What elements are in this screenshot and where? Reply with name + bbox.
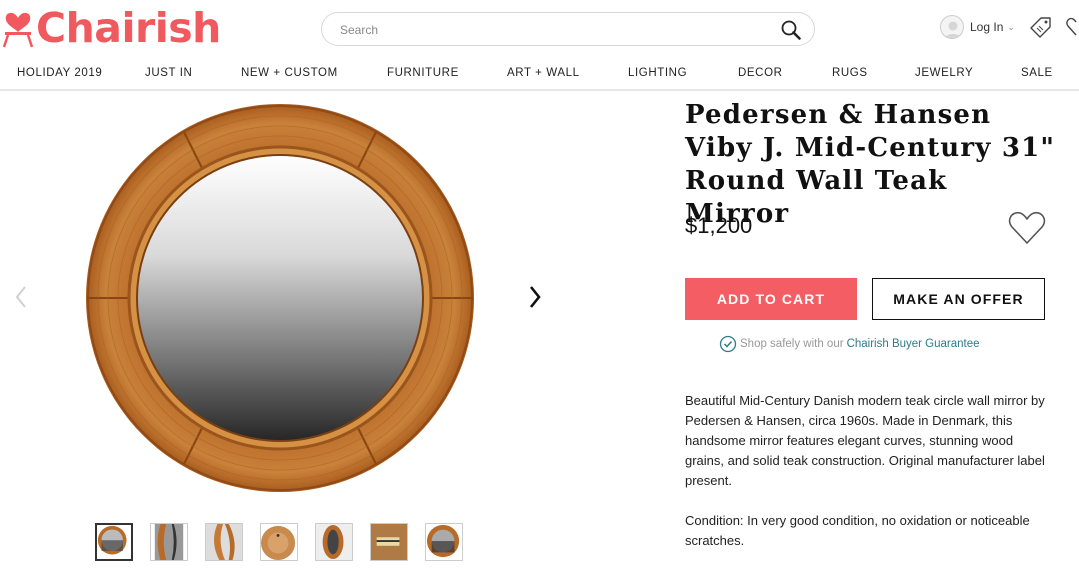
login-label: Log In: [970, 20, 1004, 34]
chevron-down-icon: ⌄: [1007, 21, 1015, 32]
nav-item-new-custom[interactable]: NEW + CUSTOM: [241, 67, 338, 79]
thumbnail-4[interactable]: [260, 523, 298, 561]
login-menu[interactable]: Log In ⌄: [940, 15, 1015, 39]
shield-check-icon: [719, 335, 737, 353]
guarantee-text: Shop safely with our: [740, 338, 844, 350]
chevron-right-icon[interactable]: [526, 284, 544, 310]
product-price: $1,200: [685, 213, 753, 238]
nav-item-lighting[interactable]: LIGHTING: [628, 67, 687, 79]
favorites-heart-icon[interactable]: [1066, 16, 1079, 38]
thumbnail-5[interactable]: [315, 523, 353, 561]
product-description: Beautiful Mid-Century Danish modern teak…: [685, 393, 1045, 488]
product-title: Pedersen & Hansen Viby J. Mid-Century 31…: [685, 100, 1056, 229]
site-header: Chairish Log In ⌄: [0, 0, 1079, 58]
chairish-logo[interactable]: Chairish: [2, 4, 221, 52]
nav-item-decor[interactable]: DECOR: [738, 67, 783, 79]
buyer-guarantee-link[interactable]: Chairish Buyer Guarantee: [847, 338, 980, 350]
nav-item-just-in[interactable]: JUST IN: [145, 67, 192, 79]
thumbnail-2[interactable]: [150, 523, 188, 561]
nav-item-jewelry[interactable]: JEWELRY: [915, 67, 973, 79]
nav-item-art-wall[interactable]: ART + WALL: [507, 67, 580, 79]
product-image[interactable]: [84, 102, 476, 494]
chevron-left-icon[interactable]: [12, 284, 30, 310]
logo-text: Chairish: [36, 4, 221, 52]
search-input[interactable]: [340, 20, 760, 40]
thumbnail-7[interactable]: [425, 523, 463, 561]
thumbnail-3[interactable]: [205, 523, 243, 561]
search-icon[interactable]: [780, 19, 802, 41]
thumbnail-6[interactable]: [370, 523, 408, 561]
nav-item-rugs[interactable]: RUGS: [832, 67, 868, 79]
product-condition: Condition: In very good condition, no ox…: [685, 513, 1030, 548]
nav-item-sale[interactable]: SALE: [1021, 67, 1053, 79]
nav-item-furniture[interactable]: FURNITURE: [387, 67, 459, 79]
user-avatar-icon: [940, 15, 964, 39]
add-to-cart-button[interactable]: ADD TO CART: [685, 278, 857, 320]
nav-item-holiday-2019[interactable]: HOLIDAY 2019: [17, 67, 102, 79]
chair-logo-icon: [2, 12, 34, 48]
thumbnail-1[interactable]: [95, 523, 133, 561]
favorite-heart-icon[interactable]: [1008, 210, 1046, 246]
search-bar[interactable]: [321, 12, 815, 46]
make-offer-button[interactable]: MAKE AN OFFER: [872, 278, 1045, 320]
main-nav: HOLIDAY 2019 JUST IN NEW + CUSTOM FURNIT…: [0, 58, 1079, 91]
buyer-guarantee: Shop safely with our Chairish Buyer Guar…: [719, 335, 980, 353]
price-tag-icon[interactable]: [1030, 16, 1052, 38]
